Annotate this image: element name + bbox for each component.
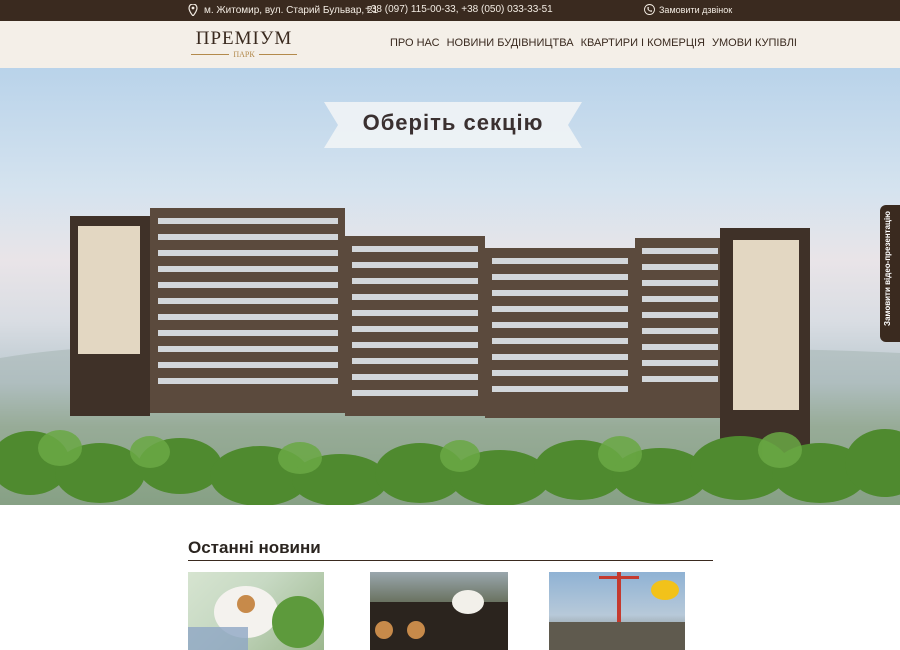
menu-item-construction-news[interactable]: НОВИНИ БУДІВНИЦТВА [447, 37, 574, 49]
address-text: м. Житомир, вул. Старий Бульвар, 21 [204, 4, 379, 16]
news-card[interactable] [370, 572, 508, 650]
logo[interactable]: ПРЕМІУМ ПАРК [188, 29, 300, 63]
main-navigation: ПРЕМІУМ ПАРК ПРО НАС НОВИНИ БУДІВНИЦТВА … [0, 21, 900, 69]
callback-label: Замовити дзвінок [659, 4, 733, 15]
logo-divider [191, 54, 230, 55]
logo-title: ПРЕМІУМ [195, 28, 293, 49]
menu-item-about[interactable]: ПРО НАС [390, 37, 440, 49]
menu-item-purchase-terms[interactable]: УМОВИ КУПІВЛІ [712, 37, 797, 49]
menu-item-apartments[interactable]: КВАРТИРИ І КОМЕРЦІЯ [581, 37, 705, 49]
top-info-bar: м. Житомир, вул. Старий Бульвар, 21 +38 … [0, 0, 900, 21]
logo-divider [258, 54, 297, 55]
video-presentation-label: Замовити відео-презентацію [883, 211, 892, 326]
callback-link[interactable]: Замовити дзвінок [644, 4, 732, 15]
news-image [188, 586, 324, 650]
news-divider [188, 560, 713, 561]
video-presentation-tab[interactable]: Замовити відео-презентацію [880, 205, 900, 342]
news-image [549, 572, 685, 650]
news-card[interactable] [549, 572, 685, 650]
logo-subtitle-row: ПАРК [188, 50, 300, 59]
phone-numbers[interactable]: +38 (097) 115-00-33, +38 (050) 033-33-51 [365, 4, 553, 15]
latest-news-heading: Останні новини [188, 538, 321, 557]
choose-section-banner[interactable]: Оберіть секцію [324, 110, 582, 136]
logo-subtitle: ПАРК [233, 50, 255, 59]
news-card[interactable] [188, 572, 324, 650]
location-pin-icon [188, 4, 198, 16]
hero-banner: Оберіть секцію Замовити відео-презентаці… [0, 68, 900, 505]
phone-icon [644, 4, 655, 15]
news-image [370, 590, 508, 650]
menu: ПРО НАС НОВИНИ БУДІВНИЦТВА КВАРТИРИ І КО… [390, 37, 797, 49]
address-block: м. Житомир, вул. Старий Бульвар, 21 [188, 4, 378, 16]
